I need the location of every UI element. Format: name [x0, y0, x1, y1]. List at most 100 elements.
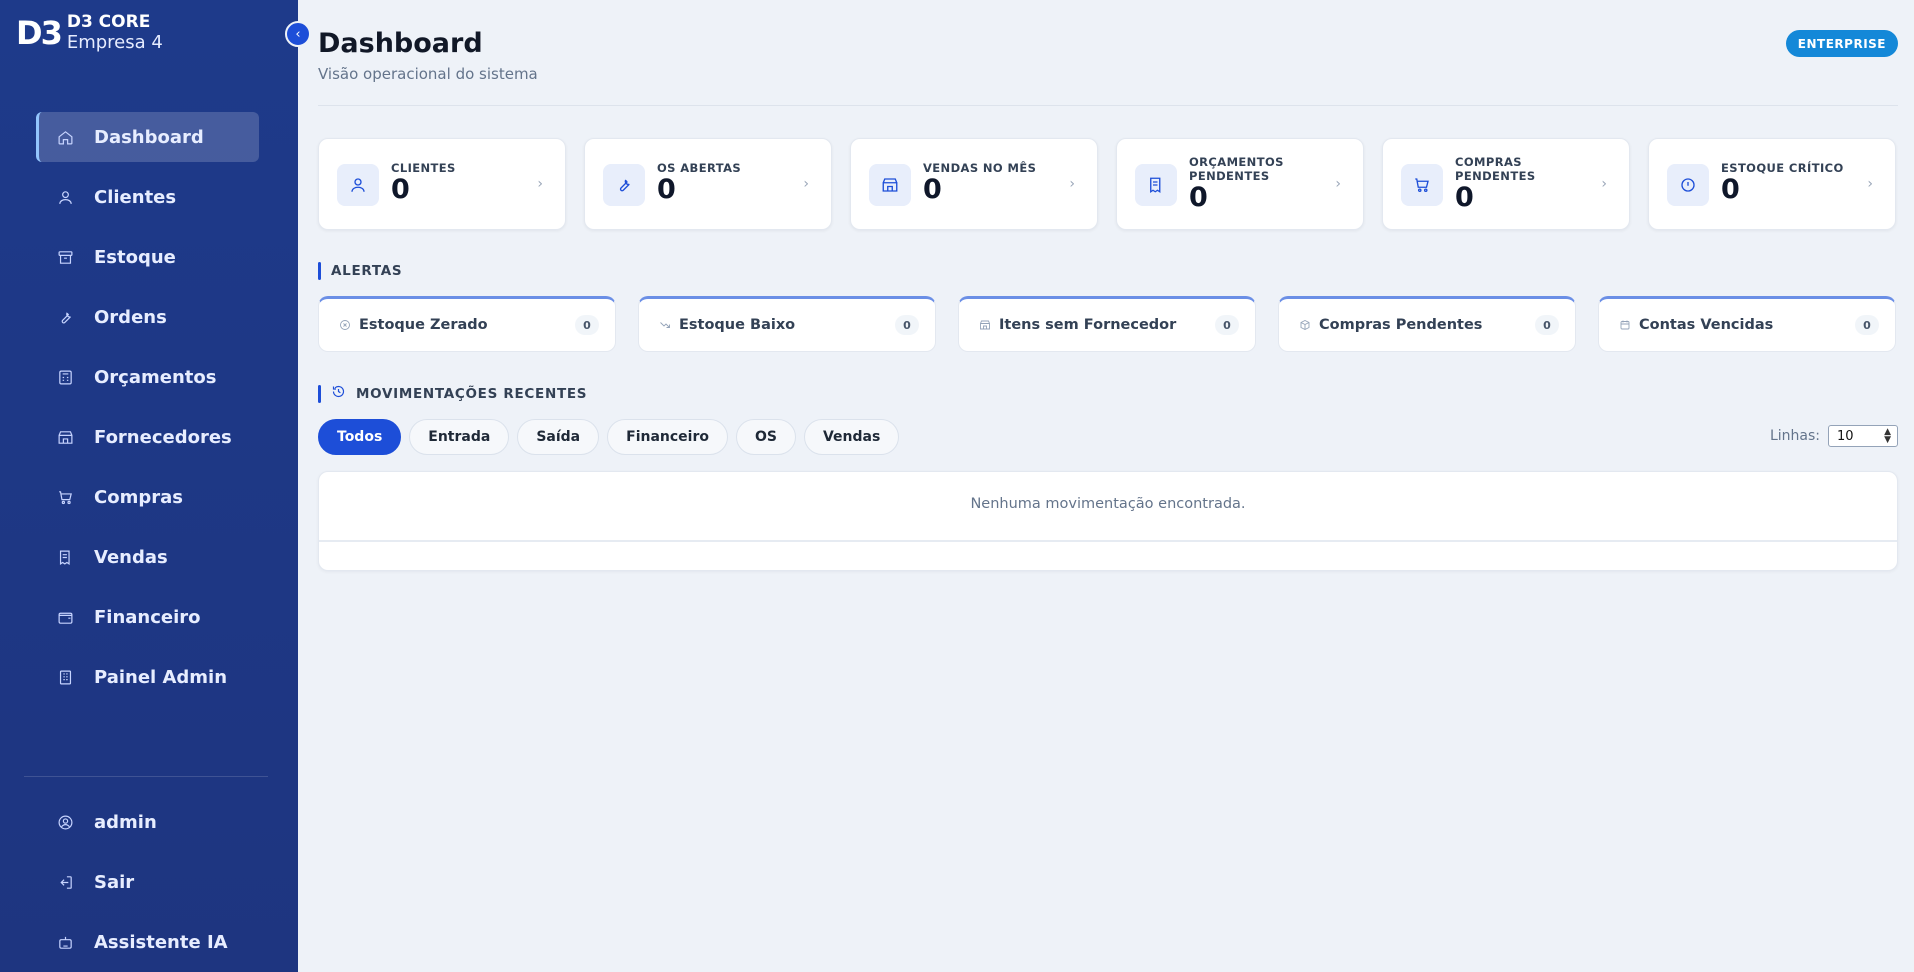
sidebar-item-label: Assistente IA: [94, 931, 228, 953]
plan-badge: ENTERPRISE: [1785, 30, 1898, 57]
section-accent-bar: [318, 262, 321, 280]
stat-value: 0: [657, 174, 676, 205]
alerts-row: Estoque Zerado 0 Estoque Baixo 0 Itens s…: [318, 296, 1896, 352]
stat-label: OS ABERTAS: [657, 161, 742, 175]
stat-value: 0: [391, 174, 410, 205]
sidebar-item-estoque[interactable]: Estoque: [36, 232, 259, 282]
alert-card-itens-sem-fornecedor[interactable]: Itens sem Fornecedor 0: [958, 296, 1256, 352]
sidebar-item-assistente-ia[interactable]: Assistente IA: [36, 917, 259, 967]
stat-card-vendas-mes[interactable]: VENDAS NO MÊS 0 ›: [850, 138, 1098, 230]
stat-value: 0: [1455, 182, 1474, 213]
cart-icon: [1401, 164, 1443, 206]
alert-label: Estoque Zerado: [359, 317, 488, 333]
header-divider: [318, 105, 1898, 106]
stat-card-orcamentos-pendentes[interactable]: ORÇAMENTOS PENDENTES 0 ›: [1116, 138, 1364, 230]
stat-value: 0: [1189, 182, 1208, 213]
stat-card-estoque-critico[interactable]: ESTOQUE CRÍTICO 0 ›: [1648, 138, 1896, 230]
sidebar-item-dashboard[interactable]: Dashboard: [36, 112, 259, 162]
wrench-icon: [603, 164, 645, 206]
sidebar-item-ordens[interactable]: Ordens: [36, 292, 259, 342]
wallet-icon: [56, 608, 74, 626]
wrench-icon: [56, 308, 74, 326]
sidebar-item-vendas[interactable]: Vendas: [36, 532, 259, 582]
archive-icon: [56, 248, 74, 266]
alert-count-badge: 0: [575, 315, 599, 335]
stat-label: CLIENTES: [391, 161, 456, 175]
empty-state-message: Nenhuma movimentação encontrada.: [970, 496, 1246, 512]
brand[interactable]: D3 D3 CORE Empresa 4: [16, 12, 163, 54]
building-icon: [56, 668, 74, 686]
sidebar-item-financeiro[interactable]: Financeiro: [36, 592, 259, 642]
receipt-icon: [1135, 164, 1177, 206]
chevron-right-icon: ›: [1335, 176, 1341, 192]
store-icon: [56, 428, 74, 446]
alert-card-estoque-baixo[interactable]: Estoque Baixo 0: [638, 296, 936, 352]
rows-select-value: 10: [1837, 428, 1854, 444]
sidebar-item-fornecedores[interactable]: Fornecedores: [36, 412, 259, 462]
select-caret-icon: ▲ ▼: [1884, 427, 1891, 445]
filter-todos[interactable]: Todos: [318, 419, 402, 455]
brand-name: D3 CORE: [66, 12, 151, 32]
sidebar-item-label: Fornecedores: [94, 426, 232, 448]
alert-count-badge: 0: [1535, 315, 1559, 335]
chevron-right-icon: ›: [1069, 176, 1075, 192]
sidebar-item-clientes[interactable]: Clientes: [36, 172, 259, 222]
chevron-right-icon: ›: [537, 176, 543, 192]
trend-down-icon: [659, 316, 671, 335]
filter-vendas[interactable]: Vendas: [803, 419, 900, 455]
sidebar-divider: [24, 776, 268, 777]
store-icon: [869, 164, 911, 206]
alert-label: Compras Pendentes: [1319, 317, 1483, 333]
alert-card-compras-pendentes[interactable]: Compras Pendentes 0: [1278, 296, 1576, 352]
sidebar-item-label: Ordens: [94, 306, 167, 328]
filter-os[interactable]: OS: [736, 419, 796, 455]
sidebar-item-label: Painel Admin: [94, 666, 228, 688]
table-divider: [319, 540, 1897, 542]
sidebar-item-orcamentos[interactable]: Orçamentos: [36, 352, 259, 402]
sidebar: D3 D3 CORE Empresa 4 Dashboard Clientes …: [0, 0, 298, 972]
sidebar-item-label: Orçamentos: [94, 366, 217, 388]
bot-icon: [56, 933, 74, 951]
stat-card-clientes[interactable]: CLIENTES 0 ›: [318, 138, 566, 230]
rows-select[interactable]: 10 ▲ ▼: [1828, 425, 1898, 447]
calendar-icon: [1619, 316, 1631, 335]
sidebar-item-sair[interactable]: Sair: [36, 857, 259, 907]
movements-table: Nenhuma movimentação encontrada.: [318, 471, 1898, 571]
user-icon: [337, 164, 379, 206]
alert-card-contas-vencidas[interactable]: Contas Vencidas 0: [1598, 296, 1896, 352]
section-title: MOVIMENTAÇÕES RECENTES: [356, 385, 588, 402]
sidebar-item-label: Sair: [94, 871, 135, 893]
x-circle-icon: [339, 316, 351, 335]
alert-card-estoque-zerado[interactable]: Estoque Zerado 0: [318, 296, 616, 352]
sidebar-item-label: Financeiro: [94, 606, 201, 628]
stat-card-compras-pendentes[interactable]: COMPRAS PENDENTES 0 ›: [1382, 138, 1630, 230]
sidebar-item-label: Compras: [94, 486, 183, 508]
sidebar-nav: Dashboard Clientes Estoque Ordens Orçame…: [36, 112, 259, 712]
collapse-sidebar-button[interactable]: ‹: [285, 21, 311, 47]
filter-entrada[interactable]: Entrada: [409, 419, 510, 455]
rows-per-page: Linhas: 10 ▲ ▼: [1770, 425, 1898, 447]
chevron-left-icon: ‹: [295, 26, 301, 42]
rows-label: Linhas:: [1769, 428, 1820, 444]
store-icon: [979, 316, 991, 335]
sidebar-item-painel-admin[interactable]: Painel Admin: [36, 652, 259, 702]
sidebar-item-compras[interactable]: Compras: [36, 472, 259, 522]
page-subtitle: Visão operacional do sistema: [318, 65, 538, 83]
history-icon: [331, 384, 346, 403]
sidebar-item-label: Clientes: [94, 186, 177, 208]
filter-saida[interactable]: Saída: [517, 419, 600, 455]
company-name: Empresa 4: [66, 32, 163, 54]
stat-card-os-abertas[interactable]: OS ABERTAS 0 ›: [584, 138, 832, 230]
alert-count-badge: 0: [895, 315, 919, 335]
alert-label: Contas Vencidas: [1639, 317, 1774, 333]
page-title: Dashboard: [318, 28, 483, 59]
alert-label: Estoque Baixo: [679, 317, 796, 333]
stat-label: VENDAS NO MÊS: [923, 161, 1037, 175]
brand-logo: D3: [16, 13, 63, 52]
sidebar-item-admin[interactable]: admin: [36, 797, 259, 847]
filter-financeiro[interactable]: Financeiro: [607, 419, 728, 455]
receipt-icon: [56, 548, 74, 566]
alerts-heading: ALERTAS: [318, 262, 402, 280]
cart-icon: [56, 488, 74, 506]
section-title: ALERTAS: [331, 263, 403, 279]
